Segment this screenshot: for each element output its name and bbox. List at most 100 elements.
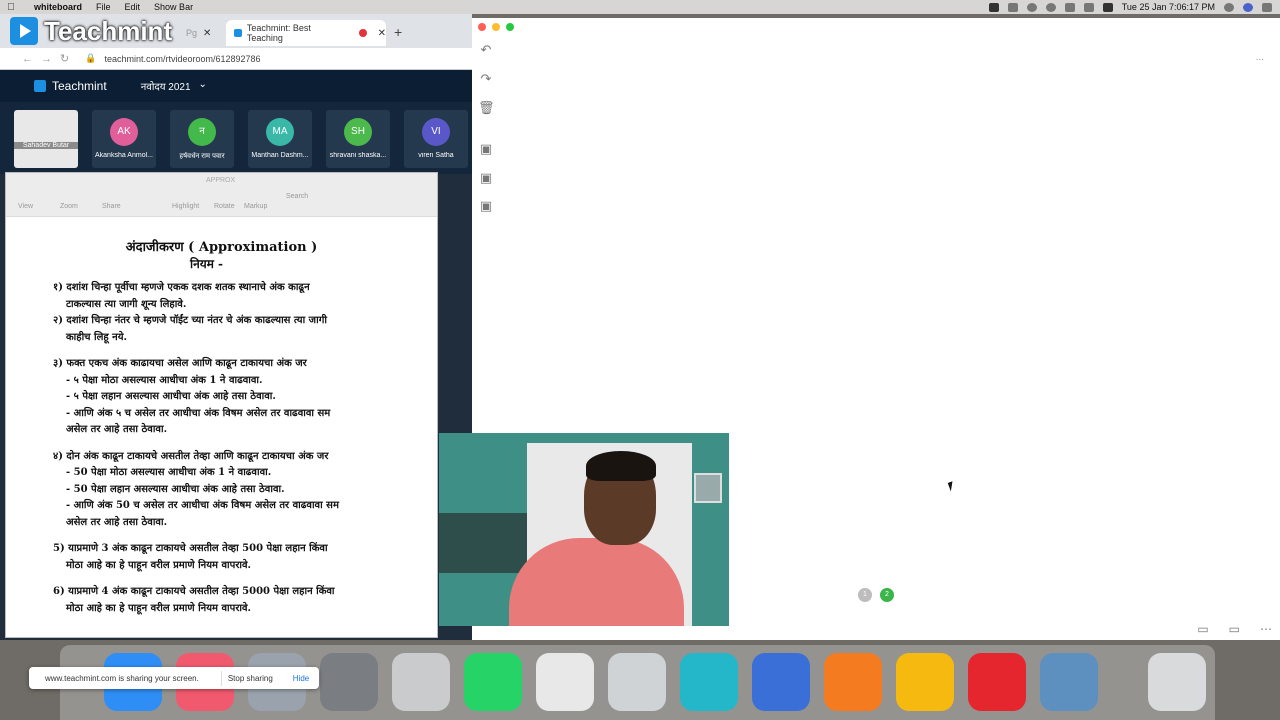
participant-tile[interactable]: AK Akanksha Anmol... [92,110,156,168]
menu-show-bar[interactable]: Show Bar [154,2,193,12]
teachmint-logo-text: Teachmint [44,15,173,46]
system-preferences-icon[interactable] [320,653,378,711]
highlight-button[interactable]: Highlight [172,203,199,210]
recording-icon [358,29,367,37]
stop-sharing-button[interactable]: Stop sharing [220,670,279,686]
forward-icon[interactable]: → [41,53,52,65]
markup-button[interactable]: Markup [244,203,267,210]
document-subtitle: नियम - [189,257,224,271]
classroom-selector[interactable]: नवोदय 2021 ⌄ [141,79,207,93]
page-2-dot[interactable]: 2 [880,588,894,602]
teachmint-logo: Teachmint [10,16,172,46]
avatar: AK [110,118,138,146]
app-brand-label: Teachmint [52,79,107,93]
zoom-window-icon[interactable] [506,23,514,31]
avatar: VI [422,118,450,146]
trash-icon[interactable] [1148,653,1206,711]
chevron-down-icon: ⌄ [198,79,207,90]
close-tab-icon[interactable]: ✕ [378,28,386,39]
tab-active[interactable]: Teachmint: Best Teaching ✕ [226,20,386,46]
url-text[interactable]: teachmint.com/rtvideoroom/612892786 [104,54,260,64]
volume-icon[interactable] [1064,2,1075,12]
control-center-icon[interactable] [1026,2,1037,12]
window-icon[interactable]: ▭ [1229,622,1240,636]
lock-icon: 🔒 [85,53,97,63]
participant-name: Manthan Dashm... [251,152,309,159]
export-icon[interactable]: ▣ [478,198,494,214]
preview-window: APPROX View Zoom Share Highlight Rotate … [5,172,438,638]
keynote-icon[interactable] [896,653,954,711]
participant-tile[interactable]: न हर्षवर्धन राम पवार [170,110,234,168]
menu-app-name[interactable]: whiteboard [34,2,82,12]
rotate-button[interactable]: Rotate [214,203,235,210]
page-1-dot[interactable]: 1 [858,588,872,602]
wifi-icon[interactable] [1045,2,1056,12]
undo-icon[interactable]: ↶ [478,42,494,58]
more-options-icon[interactable]: ... [1256,52,1264,63]
menu-edit[interactable]: Edit [125,2,141,12]
menu-file[interactable]: File [96,2,111,12]
clock[interactable]: Tue 25 Jan 7:06:17 PM [1122,2,1215,12]
teachmint-icon [34,80,46,92]
back-icon[interactable]: ← [22,53,33,65]
minimize-window-icon[interactable] [492,23,500,31]
screenshot-icon[interactable] [392,653,450,711]
tab-inactive[interactable]: Pg ✕ [186,20,226,46]
rule-subline: मोठा आहे का हे पाहून वरील प्रमाणे नियम व… [66,559,252,571]
preview-icon[interactable] [1040,653,1098,711]
view-button[interactable]: View [18,203,33,210]
participant-tile[interactable]: SH shravani shaska... [326,110,390,168]
address-bar[interactable]: ← → ↻ 🔒 teachmint.com/rtvideoroom/612892… [0,48,472,70]
trash-icon[interactable]: 🗑 [478,100,495,116]
rule-subline: मोठा आहे का हे पाहून वरील प्रमाणे नियम व… [66,602,252,614]
printer-icon[interactable] [608,653,666,711]
close-tab-icon[interactable]: ✕ [203,28,211,39]
more-icon[interactable]: ⋯ [1260,622,1272,636]
redo-icon[interactable]: ↷ [478,71,494,87]
pages-icon[interactable]: ▭ [1197,622,1208,636]
search-icon[interactable] [1224,2,1234,12]
battery-icon[interactable] [1102,2,1113,12]
participant-tile[interactable]: MA Manthan Dashm... [248,110,312,168]
classroom-name: नवोदय 2021 [140,82,191,93]
wps-icon[interactable] [968,653,1026,711]
siri-icon[interactable] [1243,2,1253,12]
rule-subline: - आणि अंक ५ च असेल तर आधीचा अंक विषम असे… [66,407,331,419]
participant-tile[interactable]: VI viren Satha [404,110,468,168]
new-tab-icon[interactable]: + [394,24,402,40]
rule-line: 6) याप्रमाणे 4 अंक काढून टाकायचे असतील त… [53,586,335,597]
rule-line: ४) दोन अंक काढून टाकायचे असतील तेव्हा आण… [53,450,329,462]
whiteboard-app-icon[interactable] [680,653,738,711]
rule-subline: - 50 पेक्षा मोठा असल्यास आधीचा अंक 1 ने … [66,467,272,478]
preview-toolbar: APPROX View Zoom Share Highlight Rotate … [6,173,437,217]
teachmint-logo-icon [10,17,38,45]
tab-strip: Teachmint Pg ✕ Teachmint: Best Teaching … [0,14,472,48]
firefox-icon[interactable] [824,653,882,711]
page-indicator: 1 2 [858,588,894,602]
tab-label: Teachmint: Best Teaching [246,23,311,43]
webcam-video[interactable] [439,433,729,626]
screen-record-icon[interactable] [988,2,999,12]
text-input-icon[interactable] [1007,2,1018,12]
add-page-icon[interactable]: ▣ [478,141,494,157]
whiteboard-bottom-tools: ▭ ▭ ⋯ [1197,622,1272,636]
avatar: न [188,118,216,146]
whatsapp-icon[interactable] [464,653,522,711]
copy-page-icon[interactable]: ▣ [478,170,494,186]
participant-tile[interactable]: Sahadev Butar [14,110,78,168]
apple-menu-icon[interactable]:  [0,2,22,13]
tab-label: Pg [186,28,198,38]
close-window-icon[interactable] [478,23,486,31]
chrome-icon[interactable] [536,653,594,711]
app-header: Teachmint नवोदय 2021 ⌄ [0,70,472,102]
zoom-button[interactable]: Zoom [60,203,78,210]
rule-line: 5) याप्रमाणे 3 अंक काढून टाकायचे असतील त… [53,543,328,554]
reload-icon[interactable]: ↻ [60,52,69,65]
eject-icon[interactable] [1083,2,1094,12]
share-button[interactable]: Share [102,203,121,210]
search-field[interactable]: Search [286,193,308,200]
rule-subline: - 50 पेक्षा लहान असल्यास आधीचा अंक आहे त… [66,483,285,495]
notification-icon[interactable] [1262,2,1272,12]
hide-button[interactable]: Hide [287,671,315,686]
teams-like-icon[interactable] [752,653,810,711]
